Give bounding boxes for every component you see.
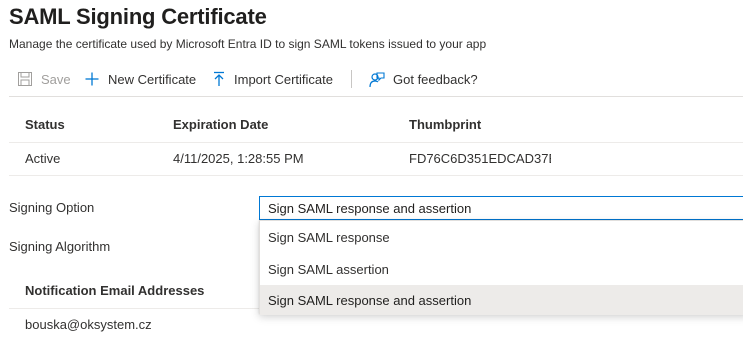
thumbprint-cell: FD76C6D351EDCAD37E8: [409, 151, 551, 166]
signing-option-dropdown[interactable]: Sign SAML response and assertion: [259, 196, 743, 220]
expiration-cell: 4/11/2025, 1:28:55 PM: [173, 151, 304, 166]
column-header-thumbprint: Thumbprint: [409, 117, 482, 132]
table-row: Active 4/11/2025, 1:28:55 PM FD76C6D351E…: [9, 143, 743, 176]
toolbar-divider: [351, 70, 352, 88]
signing-option-label: Signing Option: [9, 200, 95, 215]
save-button[interactable]: Save: [17, 68, 71, 90]
import-certificate-label: Import Certificate: [234, 71, 333, 87]
page-title: SAML Signing Certificate: [9, 4, 267, 29]
save-label: Save: [41, 71, 71, 87]
column-header-expiration: Expiration Date: [173, 117, 269, 132]
status-cell: Active: [25, 151, 61, 166]
page-subtitle: Manage the certificate used by Microsoft…: [9, 37, 487, 51]
signing-option-listbox: Sign SAML response Sign SAML assertion S…: [259, 220, 743, 315]
column-header-status: Status: [25, 117, 65, 132]
option-sign-saml-response-and-assertion[interactable]: Sign SAML response and assertion: [260, 285, 743, 315]
notification-email: bouska@oksystem.cz: [25, 317, 152, 332]
option-sign-saml-response[interactable]: Sign SAML response: [260, 222, 743, 252]
new-certificate-button[interactable]: New Certificate: [84, 68, 196, 90]
new-certificate-label: New Certificate: [108, 71, 197, 87]
plus-icon: [85, 72, 99, 86]
option-sign-saml-assertion[interactable]: Sign SAML assertion: [260, 254, 743, 284]
feedback-button[interactable]: Got feedback?: [368, 68, 478, 90]
import-certificate-button[interactable]: Import Certificate: [212, 68, 333, 90]
save-icon: [18, 72, 32, 86]
signing-algorithm-label: Signing Algorithm: [9, 239, 111, 254]
feedback-label: Got feedback?: [393, 71, 478, 87]
command-bar: Save New Certificate Import Certificate …: [9, 62, 743, 97]
certificate-table: Status Expiration Date Thumbprint Active…: [9, 107, 743, 176]
notification-email-header: Notification Email Addresses: [25, 283, 205, 298]
table-header: Status Expiration Date Thumbprint: [9, 107, 743, 143]
feedback-icon: [369, 71, 385, 87]
upload-icon: [214, 71, 224, 86]
